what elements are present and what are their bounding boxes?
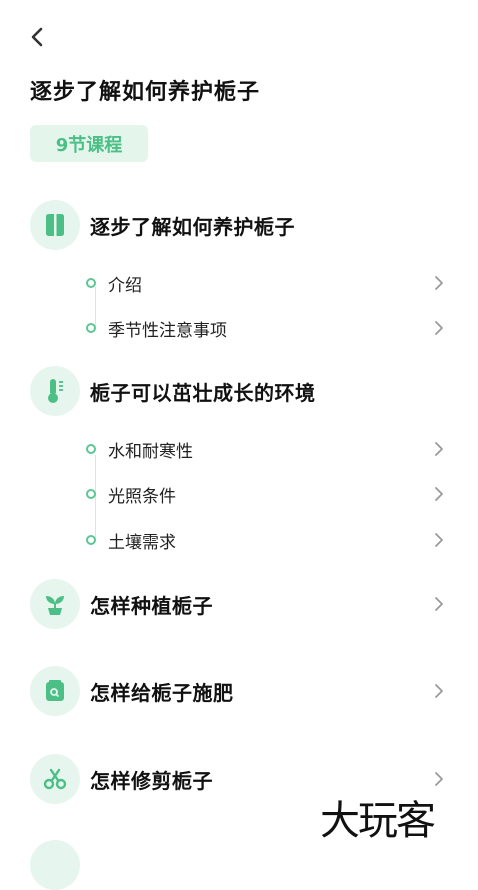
page-title: 逐步了解如何养护栀子 xyxy=(30,80,261,105)
sprout-icon xyxy=(30,579,80,629)
chevron-right-icon xyxy=(435,684,443,698)
next-section-icon-partial xyxy=(30,840,80,890)
timeline-dot xyxy=(86,444,96,454)
back-button[interactable] xyxy=(22,22,52,52)
fertilizer-bag-icon xyxy=(30,666,80,716)
chevron-right-icon xyxy=(435,533,443,547)
chevron-right-icon xyxy=(435,276,443,290)
timeline-dot xyxy=(86,489,96,499)
chevron-right-icon xyxy=(435,597,443,611)
section-title: 怎样修剪栀子 xyxy=(90,768,213,793)
chevron-right-icon xyxy=(435,321,443,335)
lesson-label: 水和耐寒性 xyxy=(108,441,193,462)
chevron-right-icon xyxy=(435,442,443,456)
section-title: 怎样给栀子施肥 xyxy=(90,680,234,705)
book-icon xyxy=(30,200,80,250)
timeline-dot xyxy=(86,535,96,545)
lesson-label: 季节性注意事项 xyxy=(108,320,227,341)
timeline-dot xyxy=(86,323,96,333)
lesson-item-light-conditions[interactable]: 光照条件 xyxy=(86,479,478,509)
lesson-item-water-hardiness[interactable]: 水和耐寒性 xyxy=(86,434,478,464)
section-fertilizing[interactable]: 怎样给栀子施肥 xyxy=(30,665,478,717)
lesson-label: 土壤需求 xyxy=(108,532,176,553)
section-title: 怎样种植栀子 xyxy=(90,593,213,618)
chevron-right-icon xyxy=(435,487,443,501)
section-care-overview: 逐步了解如何养护栀子 xyxy=(30,199,478,251)
timeline-dot xyxy=(86,278,96,288)
section-title: 栀子可以茁壮成长的环境 xyxy=(90,380,316,405)
lesson-item-soil-needs[interactable]: 土壤需求 xyxy=(86,525,478,555)
lesson-count-badge: 9节课程 xyxy=(30,125,148,162)
chevron-left-icon xyxy=(31,27,43,47)
watermark: 大玩客 xyxy=(320,798,436,844)
chevron-right-icon xyxy=(435,772,443,786)
lesson-label: 光照条件 xyxy=(108,486,176,507)
lesson-item-seasonal-notes[interactable]: 季节性注意事项 xyxy=(86,313,478,343)
lesson-label: 介绍 xyxy=(108,275,142,296)
scissors-icon xyxy=(30,754,80,804)
thermometer-icon xyxy=(30,366,80,416)
section-planting[interactable]: 怎样种植栀子 xyxy=(30,578,478,630)
section-title: 逐步了解如何养护栀子 xyxy=(90,214,295,239)
lesson-item-introduction[interactable]: 介绍 xyxy=(86,268,478,298)
section-growing-environment: 栀子可以茁壮成长的环境 xyxy=(30,365,478,417)
